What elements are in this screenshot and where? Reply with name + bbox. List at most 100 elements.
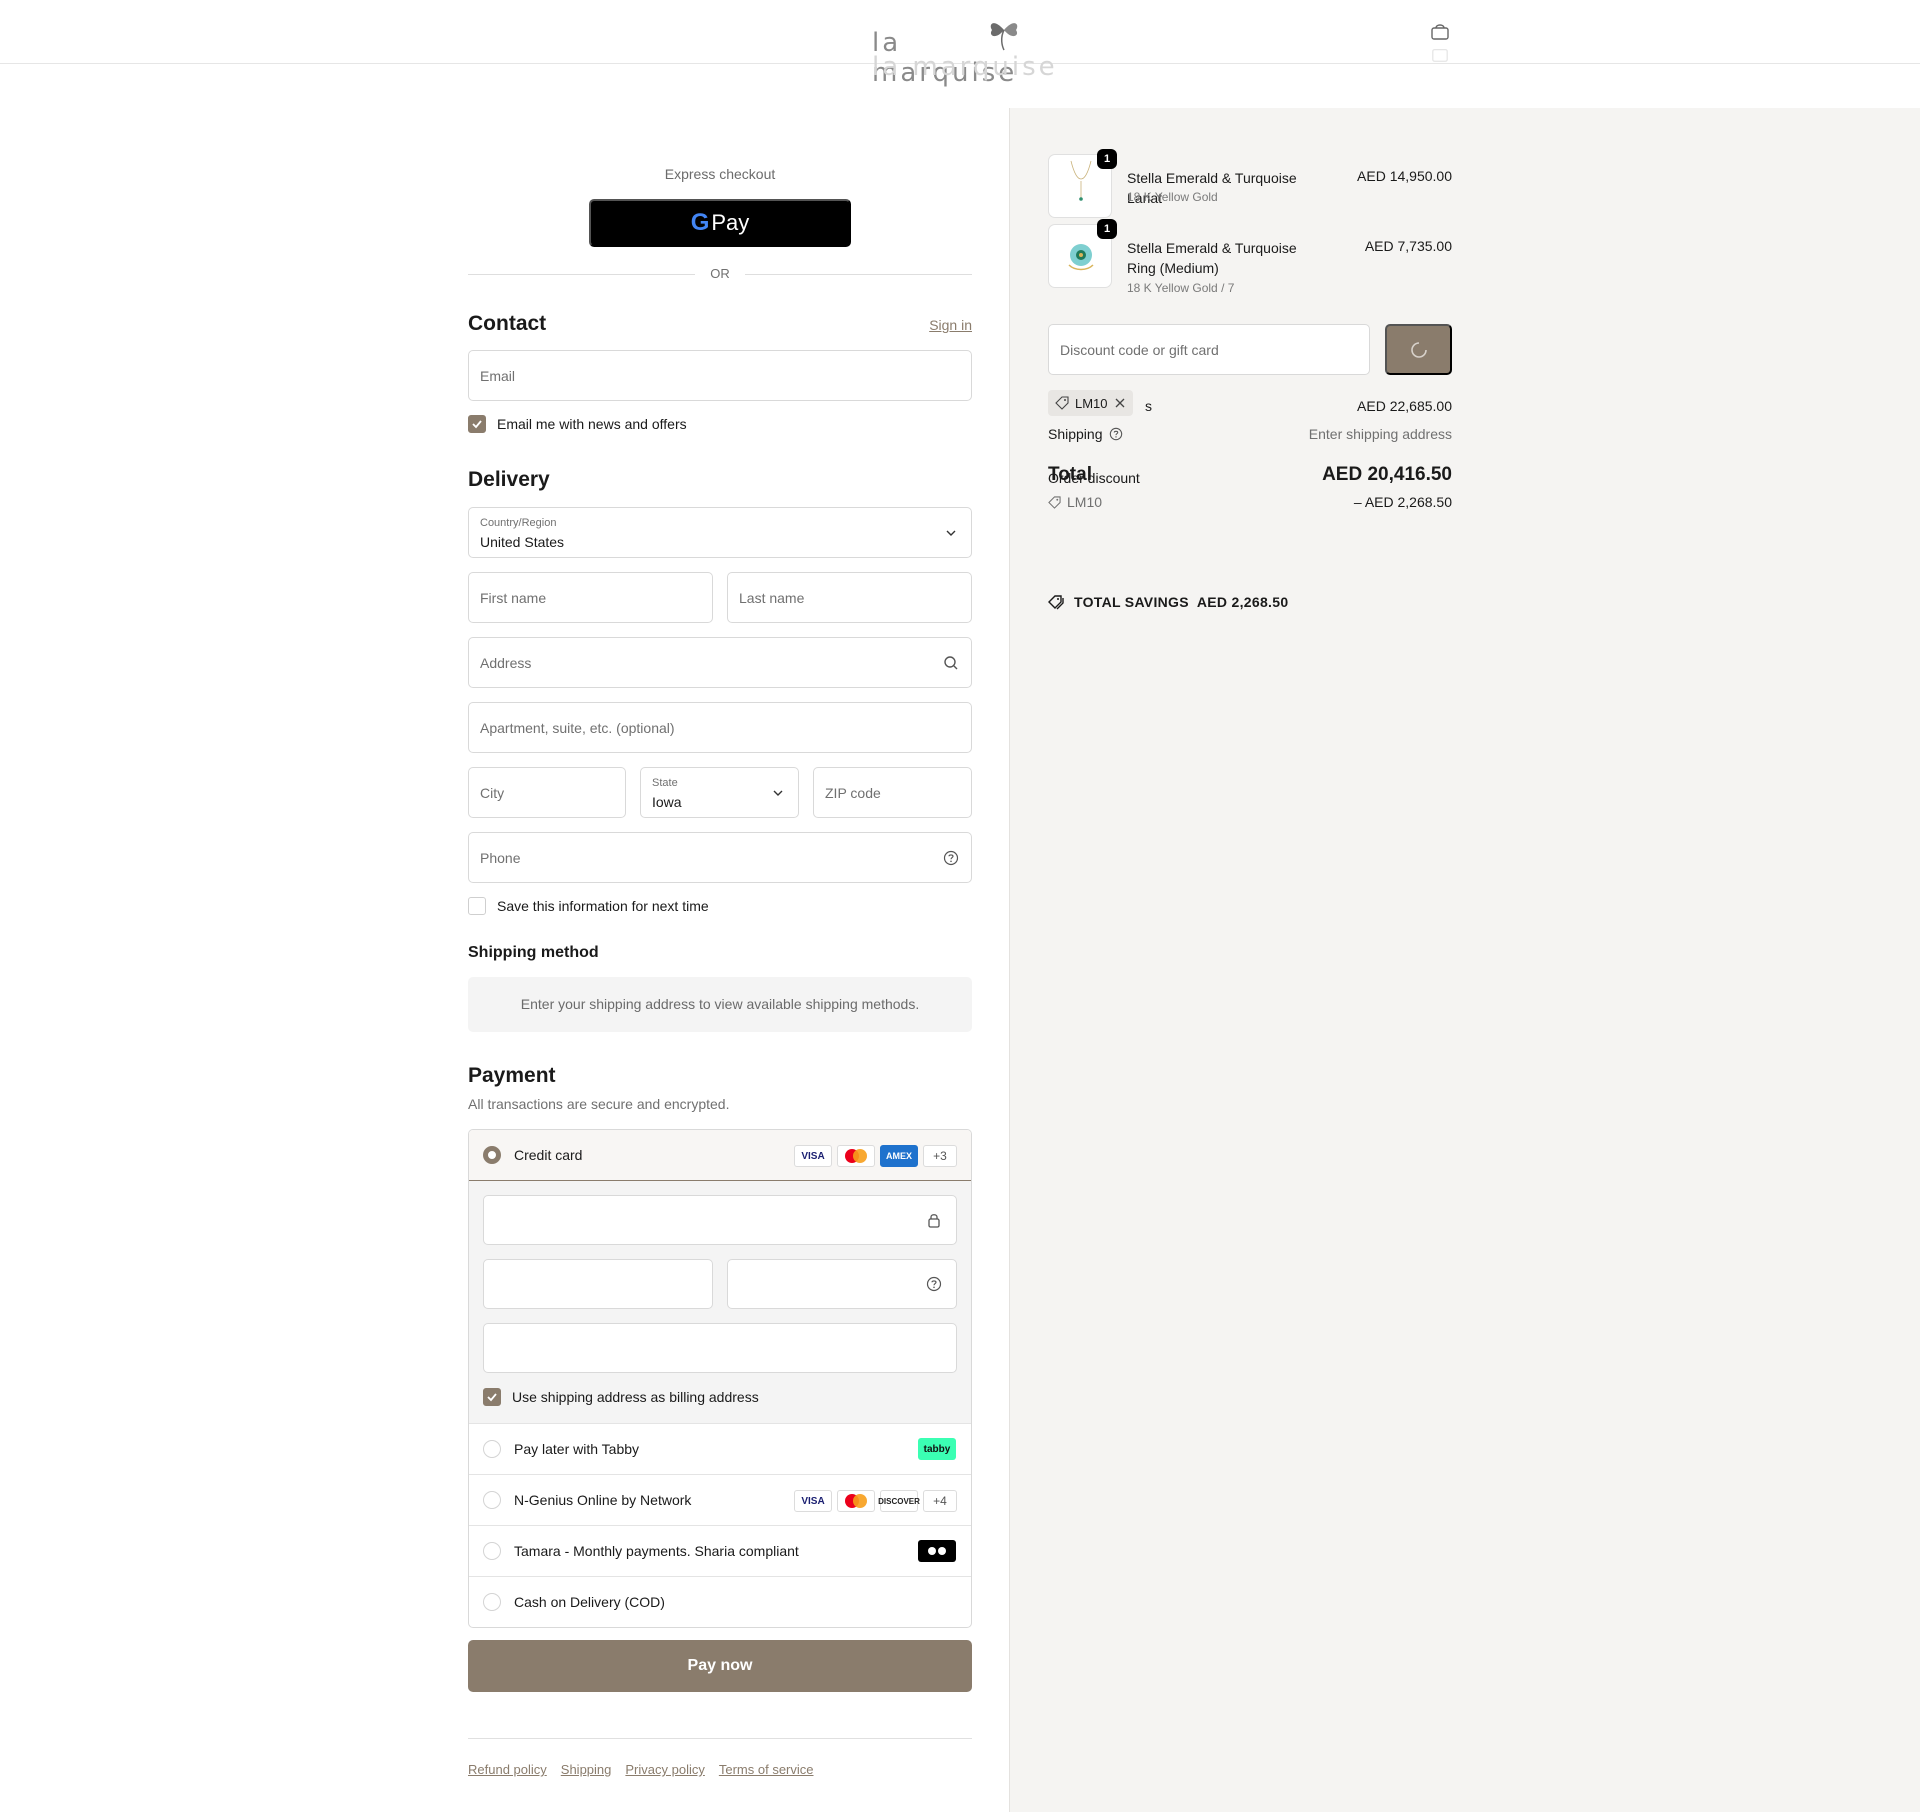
total-savings: TOTAL SAVINGS AED 2,268.50 — [1048, 594, 1288, 610]
apartment-field[interactable]: Apartment, suite, etc. (optional) — [468, 702, 972, 753]
country-label: Country/Region — [480, 517, 557, 529]
footer-divider — [468, 1738, 972, 1739]
shipping-value: Enter shipping address — [1308, 426, 1452, 442]
savings-value: AED 2,268.50 — [1196, 594, 1289, 610]
payment-option-credit-card[interactable]: Credit card VISA AMEX +3 — [469, 1130, 971, 1181]
name-on-card-field[interactable] — [483, 1323, 957, 1373]
payment-option-tabby[interactable]: Pay later with Tabby tabby — [469, 1423, 971, 1474]
security-code-field[interactable] — [727, 1259, 957, 1309]
zip-field[interactable]: ZIP code — [813, 767, 972, 818]
news-checkbox[interactable] — [468, 415, 486, 433]
google-pay-button[interactable]: G Pay — [589, 199, 851, 247]
mastercard-icon — [837, 1145, 875, 1167]
payment-subtitle: All transactions are secure and encrypte… — [468, 1096, 730, 1112]
address-field[interactable]: Address — [468, 637, 972, 688]
help-icon[interactable] — [926, 1276, 942, 1292]
tamara-label: Tamara - Monthly payments. Sharia compli… — [514, 1543, 799, 1559]
amex-icon: AMEX — [880, 1145, 918, 1167]
item-name: Stella Emerald & Turquoise Ring (Medium) — [1127, 240, 1297, 276]
chevron-down-icon — [773, 790, 783, 796]
flower-logo-icon — [990, 23, 1018, 51]
privacy-policy-link[interactable]: Privacy policy — [625, 1762, 704, 1777]
state-label: State — [652, 777, 678, 789]
bag-icon[interactable] — [1430, 22, 1450, 42]
total-value: AED 20,416.50 — [1322, 464, 1452, 485]
radio-tabby[interactable] — [483, 1440, 501, 1458]
n-genius-label: N-Genius Online by Network — [514, 1492, 692, 1508]
sign-in-link[interactable]: Sign in — [929, 317, 972, 333]
billing-same-row[interactable]: Use shipping address as billing address — [483, 1387, 759, 1407]
phone-field[interactable]: Phone — [468, 832, 972, 883]
footer-links: Refund policy Shipping Privacy policy Te… — [468, 1762, 814, 1777]
shipping-method-message: Enter your shipping address to view avai… — [468, 977, 972, 1032]
news-label: Email me with news and offers — [497, 416, 687, 432]
card-number-field[interactable] — [483, 1195, 957, 1245]
close-icon[interactable] — [1114, 397, 1126, 409]
radio-cod[interactable] — [483, 1593, 501, 1611]
item-price: AED 7,735.00 — [1364, 238, 1452, 254]
card-logos: VISA AMEX +3 — [794, 1145, 957, 1167]
tag-icon — [1048, 495, 1061, 509]
apply-discount-button[interactable] — [1385, 324, 1452, 375]
radio-credit-card[interactable] — [483, 1146, 501, 1164]
payment-option-tamara[interactable]: Tamara - Monthly payments. Sharia compli… — [469, 1525, 971, 1576]
quantity-badge: 1 — [1097, 219, 1117, 239]
email-placeholder: Email — [480, 368, 516, 384]
expiration-field[interactable] — [483, 1259, 713, 1309]
help-icon[interactable] — [1109, 427, 1123, 441]
billing-same-label: Use shipping address as billing address — [512, 1389, 759, 1405]
billing-same-checkbox[interactable] — [483, 1388, 501, 1406]
bag-icon-reflection — [1432, 48, 1448, 62]
visa-icon: VISA — [794, 1145, 832, 1167]
save-info-checkbox[interactable] — [468, 897, 486, 915]
tabby-label: Pay later with Tabby — [514, 1441, 640, 1457]
mastercard-icon — [837, 1490, 875, 1512]
or-divider: OR — [468, 264, 972, 284]
payment-option-cod[interactable]: Cash on Delivery (COD) — [469, 1576, 971, 1627]
tag-icon — [1055, 396, 1069, 410]
brand-name-reflection: la marquise — [872, 52, 1058, 82]
state-select[interactable]: State Iowa — [640, 767, 799, 818]
gpay-label: Pay — [711, 210, 750, 235]
radio-n-genius[interactable] — [483, 1491, 501, 1509]
discount-code-label: LM10 — [1067, 494, 1103, 510]
radio-tamara[interactable] — [483, 1542, 501, 1560]
payment-title: Payment — [468, 1064, 556, 1087]
city-placeholder: City — [480, 785, 505, 801]
quantity-badge: 1 — [1097, 149, 1117, 169]
tabby-logo: tabby — [918, 1438, 956, 1460]
item-variant: 18 K Yellow Gold — [1127, 190, 1218, 204]
email-field[interactable]: Email — [468, 350, 972, 401]
terms-link[interactable]: Terms of service — [719, 1762, 814, 1777]
help-icon[interactable] — [943, 850, 959, 866]
brand-logo[interactable]: la marquise — [872, 10, 1048, 88]
tamara-logo-icon — [918, 1540, 956, 1562]
discount-placeholder: Discount code or gift card — [1060, 342, 1219, 358]
save-info-label: Save this information for next time — [497, 898, 709, 914]
check-icon — [487, 1393, 497, 1402]
contact-title: Contact — [468, 312, 547, 335]
refund-policy-link[interactable]: Refund policy — [468, 1762, 547, 1777]
item-variant: 18 K Yellow Gold / 7 — [1127, 281, 1235, 295]
save-info-row[interactable]: Save this information for next time — [468, 896, 709, 916]
total-row: Order discount Total AED 20,416.50 — [1048, 464, 1452, 490]
payment-options: Credit card VISA AMEX +3 Use shipping ad… — [468, 1129, 972, 1628]
city-field[interactable]: City — [468, 767, 626, 818]
country-select[interactable]: Country/Region United States — [468, 507, 972, 558]
first-name-field[interactable]: First name — [468, 572, 713, 623]
news-checkbox-row[interactable]: Email me with news and offers — [468, 414, 687, 434]
total-label: Total — [1048, 464, 1092, 485]
last-name-field[interactable]: Last name — [727, 572, 972, 623]
or-text: OR — [710, 266, 730, 281]
phone-placeholder: Phone — [480, 850, 521, 866]
subtotal-value: AED 22,685.00 — [1357, 398, 1452, 414]
search-icon — [944, 656, 958, 670]
more-cards-badge: +3 — [923, 1145, 957, 1167]
payment-option-n-genius[interactable]: N-Genius Online by Network VISA DISCOVER… — [469, 1474, 971, 1525]
applied-code-chip: LM10 — [1048, 390, 1133, 416]
discover-icon: DISCOVER — [878, 1490, 920, 1512]
pay-now-button[interactable]: Pay now — [468, 1640, 972, 1692]
visa-icon: VISA — [794, 1490, 832, 1512]
discount-code-field[interactable]: Discount code or gift card — [1048, 324, 1370, 375]
shipping-link[interactable]: Shipping — [561, 1762, 612, 1777]
